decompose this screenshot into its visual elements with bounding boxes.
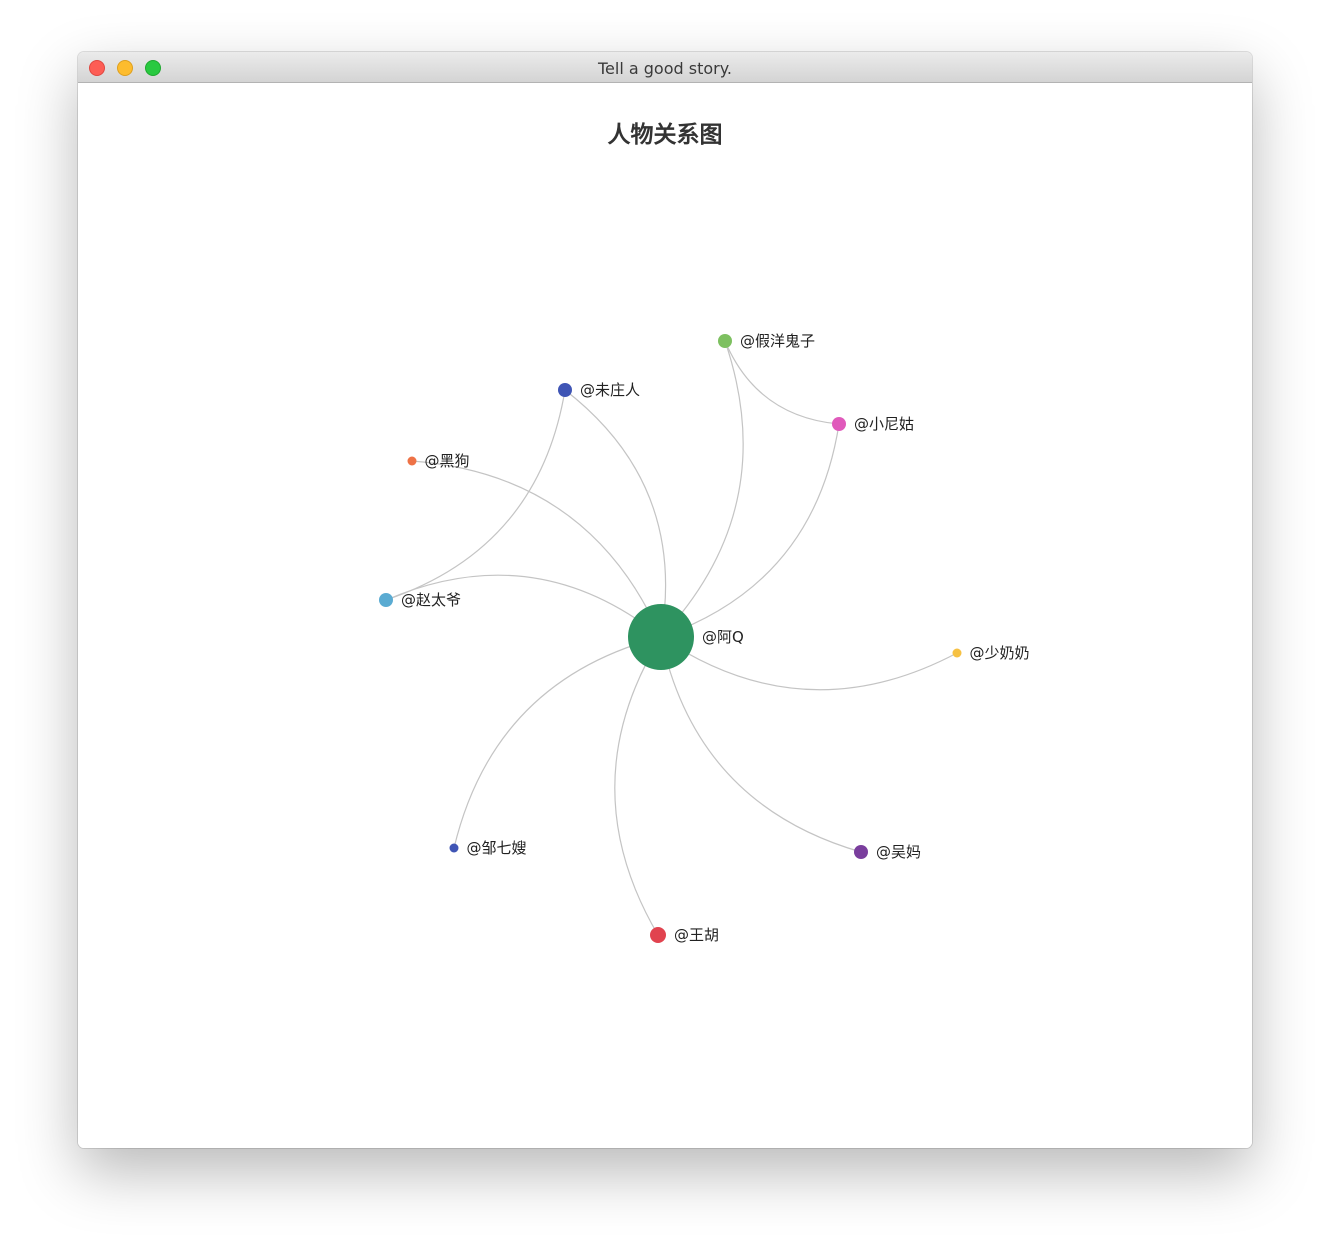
node-label-xiaonigu: @小尼姑 xyxy=(854,415,914,433)
title-bar[interactable]: Tell a good story. xyxy=(78,52,1252,83)
node-circle-zhaotaiye[interactable] xyxy=(379,593,393,607)
node-circle-zouqisao[interactable] xyxy=(449,843,459,853)
node-aq[interactable]: @阿Q xyxy=(628,604,744,670)
node-weizhuang[interactable]: @未庄人 xyxy=(558,381,640,399)
edge-aq-wanghu xyxy=(614,636,662,936)
node-circle-shaonainai[interactable] xyxy=(952,648,962,658)
node-label-wuma: @吴妈 xyxy=(876,843,921,861)
edge-aq-zouqisao xyxy=(453,636,662,849)
chart-area: 人物关系图 @阿Q @假洋鬼子 @未庄人 @小尼姑 @黑狗 @赵太爷 @少奶奶 @邹七嫂 @吴妈… xyxy=(78,83,1252,1148)
relationship-graph: @阿Q @假洋鬼子 @未庄人 @小尼姑 @黑狗 @赵太爷 @少奶奶 @邹七嫂 @吴妈 @王胡 xyxy=(379,332,1030,944)
node-circle-jiayang[interactable] xyxy=(718,334,732,348)
node-circle-xiaonigu[interactable] xyxy=(832,417,846,431)
nodes-layer: @阿Q @假洋鬼子 @未庄人 @小尼姑 @黑狗 @赵太爷 @少奶奶 @邹七嫂 @吴妈 @王胡 xyxy=(379,332,1030,944)
node-wanghu[interactable]: @王胡 xyxy=(650,926,719,944)
node-label-zouqisao: @邹七嫂 xyxy=(467,839,527,857)
node-label-jiayang: @假洋鬼子 xyxy=(740,332,815,350)
node-zouqisao[interactable]: @邹七嫂 xyxy=(449,839,527,857)
edge-jiayang-xiaonigu xyxy=(724,340,840,425)
window-title: Tell a good story. xyxy=(598,59,732,78)
node-circle-aq[interactable] xyxy=(628,604,694,670)
node-circle-wanghu[interactable] xyxy=(650,927,666,943)
node-label-heigou: @黑狗 xyxy=(425,452,470,470)
edge-aq-jiayang xyxy=(660,340,744,638)
node-zhaotaiye[interactable]: @赵太爷 xyxy=(379,591,461,609)
node-label-wanghu: @王胡 xyxy=(674,926,719,944)
node-circle-heigou[interactable] xyxy=(407,456,417,466)
node-shaonainai[interactable]: @少奶奶 xyxy=(952,644,1030,662)
node-wuma[interactable]: @吴妈 xyxy=(854,843,921,861)
edge-aq-wuma xyxy=(660,636,862,853)
node-label-aq: @阿Q xyxy=(702,628,744,646)
node-circle-wuma[interactable] xyxy=(854,845,868,859)
app-window: Tell a good story. 人物关系图 @阿Q @假洋鬼子 @未庄人 @小尼… xyxy=(78,52,1252,1148)
edge-zhaotaiye-weizhuang xyxy=(385,389,566,601)
node-label-weizhuang: @未庄人 xyxy=(580,381,640,399)
edge-aq-weizhuang xyxy=(564,389,667,638)
node-xiaonigu[interactable]: @小尼姑 xyxy=(832,415,914,433)
node-circle-weizhuang[interactable] xyxy=(558,383,572,397)
node-label-shaonainai: @少奶奶 xyxy=(970,644,1030,662)
node-label-zhaotaiye: @赵太爷 xyxy=(401,591,461,609)
node-jiayang[interactable]: @假洋鬼子 xyxy=(718,332,815,350)
